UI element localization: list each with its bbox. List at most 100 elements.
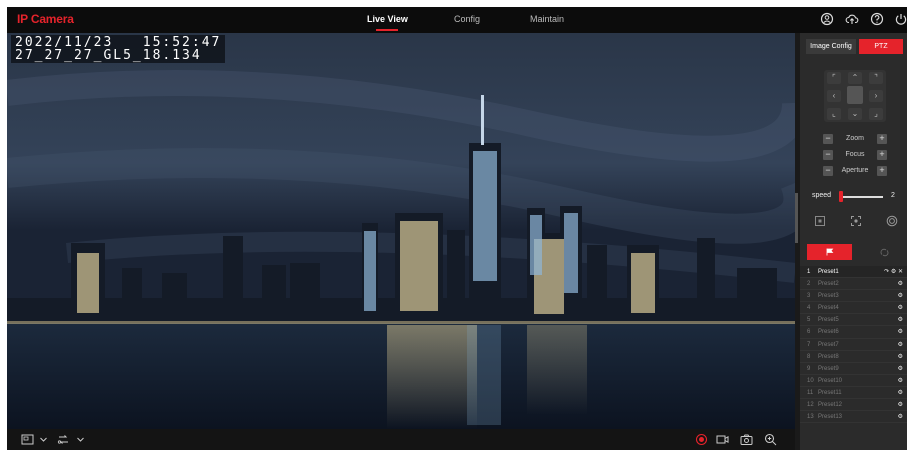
tab-ptz-label: PTZ — [874, 43, 888, 50]
ptz-panel: Image Config PTZ ⌜ ⌃ ⌝ ‹ › ⌞ ⌄ ⌟ − Zoom … — [800, 33, 907, 450]
speed-label: speed — [812, 192, 832, 199]
speed-slider-track[interactable] — [839, 196, 883, 198]
preset-number: 5 — [807, 317, 811, 324]
preset-name: Preset10 — [818, 377, 843, 384]
pan-up-right-button[interactable]: ⌝ — [869, 72, 883, 84]
list-item[interactable]: 5 Preset5 ⚙ — [800, 314, 907, 327]
list-item[interactable]: 4 Preset4 ⚙ — [800, 302, 907, 315]
tab-live-view[interactable]: Live View — [367, 14, 408, 31]
chevron-down-icon[interactable] — [37, 433, 50, 446]
set-preset-icon[interactable]: ⚙ — [898, 363, 903, 375]
snapshot-icon[interactable] — [740, 433, 753, 446]
ptz-center-button[interactable] — [847, 86, 863, 104]
ptz-direction-pad: ⌜ ⌃ ⌝ ‹ › ⌞ ⌄ ⌟ — [824, 70, 886, 122]
window-layout-icon[interactable] — [21, 433, 34, 446]
set-preset-icon[interactable]: ⚙ — [898, 290, 903, 302]
tab-image-config[interactable]: Image Config — [806, 39, 856, 54]
list-item[interactable]: 3 Preset3 ⚙ — [800, 290, 907, 303]
list-item[interactable]: 2 Preset2 ⚙ — [800, 278, 907, 291]
aperture-plus-button[interactable]: + — [877, 166, 887, 176]
set-preset-icon[interactable]: ⚙ — [898, 326, 903, 338]
power-icon[interactable] — [894, 12, 907, 26]
set-preset-icon[interactable]: ⚙ — [898, 278, 903, 290]
account-icon[interactable] — [820, 12, 834, 26]
list-item[interactable]: 11 Preset11 ⚙ — [800, 387, 907, 400]
live-video-view[interactable]: 2022/11/23 15:52:47 27_27_27_GL5_18.134 — [7, 33, 795, 429]
preset-name: Preset5 — [818, 317, 839, 324]
tab-cruise[interactable] — [880, 248, 889, 257]
tilt-down-button[interactable]: ⌄ — [848, 108, 862, 120]
zoom-in-icon[interactable] — [764, 433, 777, 446]
preset-number: 6 — [807, 329, 811, 336]
tab-config[interactable]: Config — [454, 14, 480, 24]
pan-right-button[interactable]: › — [869, 90, 883, 102]
chevron-down-icon[interactable] — [74, 433, 87, 446]
speed-value: 2 — [891, 192, 895, 199]
list-item[interactable]: 1 Preset1 ↷ ⚙ ✕ — [800, 266, 907, 279]
tab-maintain[interactable]: Maintain — [530, 14, 564, 24]
set-preset-icon[interactable]: ⚙ — [898, 314, 903, 326]
tab-presets[interactable] — [807, 244, 852, 260]
tilt-up-button[interactable]: ⌃ — [848, 72, 862, 84]
stream-switch-icon[interactable] — [57, 433, 70, 446]
cloud-upload-icon[interactable] — [845, 12, 859, 26]
call-preset-icon[interactable]: ↷ — [884, 269, 889, 275]
focus-control: − Focus + — [823, 150, 887, 160]
set-preset-icon[interactable]: ⚙ — [898, 302, 903, 314]
list-item[interactable]: 7 Preset7 ⚙ — [800, 339, 907, 351]
set-preset-icon[interactable]: ⚙ — [898, 339, 903, 351]
preset-number: 4 — [807, 305, 811, 312]
preset-name: Preset12 — [818, 402, 843, 409]
preset-number: 12 — [807, 402, 814, 409]
preset-name: Preset7 — [818, 341, 839, 348]
tab-config-label: Config — [454, 14, 481, 24]
zoom-control: − Zoom + — [823, 134, 887, 144]
speed-slider-handle[interactable] — [839, 191, 843, 202]
list-item[interactable]: 9 Preset9 ⚙ — [800, 363, 907, 375]
set-preset-icon[interactable]: ⚙ — [898, 387, 903, 399]
light-icon[interactable] — [814, 215, 826, 227]
list-item[interactable]: 10 Preset10 ⚙ — [800, 375, 907, 387]
preset-cruise-tabs — [800, 242, 907, 260]
record-icon[interactable] — [695, 433, 708, 446]
set-preset-icon[interactable]: ⚙ — [898, 351, 903, 363]
preset-list: 1 Preset1 ↷ ⚙ ✕ 2 Preset2 ⚙ 3 Preset3 ⚙ 4 Pres… — [800, 266, 907, 424]
preset-name: Preset2 — [818, 281, 839, 288]
preset-name: Preset3 — [818, 293, 839, 300]
preset-number: 2 — [807, 281, 811, 288]
pan-down-left-button[interactable]: ⌞ — [827, 108, 841, 120]
list-item[interactable]: 13 Preset13 ⚙ — [800, 411, 907, 424]
set-preset-icon[interactable]: ⚙ — [891, 269, 896, 275]
preset-name: Preset13 — [818, 414, 843, 421]
preset-number: 13 — [807, 414, 814, 421]
list-item[interactable]: 6 Preset6 ⚙ — [800, 326, 907, 339]
app-logo: IP Camera — [17, 12, 74, 26]
tab-ptz[interactable]: PTZ — [859, 39, 903, 54]
preset-number: 7 — [807, 341, 811, 348]
osd-channel-name: 27_27_27_GL5_18.134 — [15, 48, 202, 63]
auto-focus-icon[interactable] — [850, 215, 862, 227]
preset-name: Preset1 — [818, 269, 839, 275]
preset-number: 3 — [807, 293, 811, 300]
pan-up-left-button[interactable]: ⌜ — [827, 72, 841, 84]
set-preset-icon[interactable]: ⚙ — [898, 399, 903, 411]
help-icon[interactable] — [870, 12, 884, 26]
preset-number: 9 — [807, 365, 811, 372]
preset-name: Preset6 — [818, 329, 839, 336]
list-item[interactable]: 8 Preset8 ⚙ — [800, 351, 907, 363]
set-preset-icon[interactable]: ⚙ — [898, 375, 903, 387]
preset-number: 10 — [807, 377, 814, 384]
pan-down-right-button[interactable]: ⌟ — [869, 108, 883, 120]
top-bar: IP Camera Live View Config Maintain — [7, 7, 907, 33]
list-item[interactable]: 12 Preset12 ⚙ — [800, 399, 907, 412]
panel-collapse-handle[interactable] — [795, 193, 798, 243]
tab-image-config-label: Image Config — [810, 43, 852, 50]
zoom-in-button[interactable]: + — [877, 134, 887, 144]
set-preset-icon[interactable]: ⚙ — [898, 411, 903, 423]
delete-preset-icon[interactable]: ✕ — [898, 269, 903, 275]
focus-plus-button[interactable]: + — [877, 150, 887, 160]
osd-overlay: 2022/11/23 15:52:47 27_27_27_GL5_18.134 — [11, 35, 226, 63]
wiper-icon[interactable] — [886, 215, 898, 227]
video-clip-icon[interactable] — [716, 433, 729, 446]
pan-left-button[interactable]: ‹ — [827, 90, 841, 102]
